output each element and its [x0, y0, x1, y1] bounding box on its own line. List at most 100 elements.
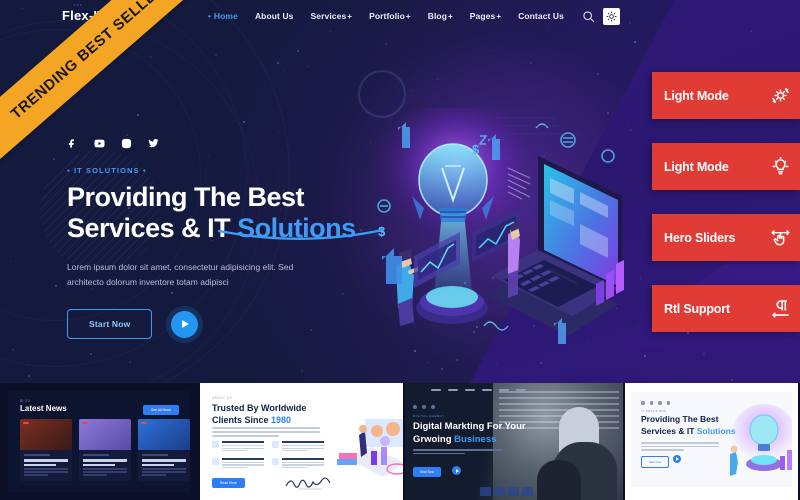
feature-body-line	[222, 464, 264, 466]
facebook-icon	[68, 139, 74, 148]
news-card-text-line	[24, 471, 68, 473]
nav-item-about-us[interactable]: About Us	[255, 11, 294, 21]
title-underline-swoosh	[217, 228, 385, 240]
facebook-link[interactable]	[67, 138, 78, 149]
thumbnail-trusted-clients[interactable]: ABOUT US Trusted By Worldwide Clients Si…	[200, 383, 405, 500]
hero-eyebrow: ▪ IT SOLUTIONS ▪	[67, 166, 147, 175]
thumb2-feature-list	[212, 441, 324, 469]
social-links	[67, 138, 397, 149]
thumb3-title: Digital Markting For Your Grwoing Busine…	[413, 421, 526, 447]
nav-item-portfolio[interactable]: Portfolio+	[369, 11, 411, 21]
trusted-feature-item	[212, 441, 264, 453]
dropdown-plus-icon: +	[347, 12, 353, 21]
news-card-image	[138, 419, 190, 450]
news-card-meta	[24, 454, 51, 456]
hand-drag-arrows-icon	[770, 227, 791, 248]
nav-item-contact-us[interactable]: Contact Us	[518, 11, 564, 21]
thumb3-paragraph	[413, 449, 503, 457]
news-card[interactable]	[79, 419, 131, 481]
thumb4-play-button[interactable]	[673, 455, 681, 463]
thumb3-title-line2: Grwoing	[413, 433, 455, 445]
news-card-title-line	[83, 459, 127, 462]
feature-body-line	[222, 466, 248, 469]
star-dot	[89, 352, 92, 355]
main-navigation: Home About Us Services+ Portfolio+ Blog+ Page…	[208, 11, 564, 21]
thumb2-paragraph	[212, 427, 320, 440]
thumb4-title-line1: Providing The Best	[641, 414, 719, 424]
feature-badge-light-mode-0[interactable]: Light Mode	[652, 72, 800, 119]
logo-dots: ···	[74, 3, 83, 9]
feature-title-line	[282, 457, 324, 461]
dropdown-plus-icon: +	[496, 12, 502, 21]
hero-content: ▪ IT SOLUTIONS ▪ Providing The Best Serv…	[67, 138, 397, 340]
header-actions	[582, 8, 620, 25]
feature-check-icon	[272, 441, 279, 448]
thumb2-title-line2: Clients Since	[212, 415, 272, 426]
thumb4-inner: IT SOLUTIONS Providing The Best Services…	[631, 392, 792, 487]
twitter-link[interactable]	[148, 138, 159, 149]
light-mode-toggle-button[interactable]	[603, 8, 620, 25]
thumbnail-digital-marketing[interactable]: DIGITAL AGENCY Digital Markting For Your…	[405, 383, 625, 500]
nav-item-services[interactable]: Services+	[311, 11, 353, 21]
thumb3-play-button[interactable]	[452, 466, 461, 475]
news-card-image	[79, 419, 131, 450]
thumb2-button[interactable]: Read More	[212, 478, 245, 488]
news-card-title-line	[24, 463, 56, 466]
feature-body-line	[222, 445, 264, 447]
hero-eyebrow-text: IT SOLUTIONS	[73, 166, 140, 175]
hero-illustration: $ $	[370, 108, 624, 344]
nav-item-home[interactable]: Home	[208, 11, 238, 21]
feature-check-icon	[272, 457, 279, 465]
thumbnail-latest-news[interactable]: BLOG Latest News See All News	[0, 383, 200, 500]
feature-badge-rtl-support-3[interactable]: Rtl Support	[652, 285, 800, 332]
thumb2-title-year: 1980	[271, 415, 292, 426]
news-card-text-line	[24, 468, 68, 470]
hero-title-line2: Services & IT	[67, 213, 238, 244]
thumbnail-light-hero[interactable]: IT SOLUTIONS Providing The Best Services…	[625, 383, 798, 500]
thumb1-title: Latest News	[20, 404, 67, 413]
instagram-link[interactable]	[121, 138, 132, 149]
feature-body-line	[282, 461, 324, 464]
feature-badges: Light Mode Light Mode Hero Sliders Rtl Supp…	[652, 72, 800, 356]
feature-title-line	[222, 457, 264, 461]
star-dot	[277, 132, 279, 134]
star-dot	[245, 37, 247, 39]
star-dot	[265, 134, 267, 136]
start-now-button[interactable]: Start Now	[67, 309, 153, 340]
video-play-button[interactable]	[171, 310, 199, 338]
nav-item-pages[interactable]: Pages+	[470, 11, 501, 21]
page-root: $ $ ··· Flex-IT HomeAbout UsServices+Por…	[0, 0, 800, 500]
news-card-text-line	[142, 474, 167, 476]
feature-title-line	[222, 441, 264, 444]
thumb4-title-line2: Services & IT	[641, 425, 697, 436]
thumb1-button[interactable]: See All News	[143, 405, 179, 415]
star-dot	[682, 373, 683, 375]
hero-paragraph: Lorem ipsum dolor sit amet, consectetur …	[67, 261, 294, 287]
feature-body-line	[222, 461, 264, 464]
lightbulb-icon	[770, 156, 791, 177]
nav-item-blog[interactable]: Blog+	[428, 11, 453, 21]
feature-body-line	[282, 464, 324, 466]
news-card[interactable]	[20, 419, 72, 481]
feature-body-line	[222, 447, 264, 449]
feature-text	[222, 457, 264, 470]
thumb1-news-cards	[20, 419, 190, 481]
feature-body-line	[282, 450, 308, 452]
news-card-body	[20, 450, 72, 481]
feature-badge-label: Rtl Support	[664, 301, 730, 316]
news-card[interactable]	[138, 419, 190, 481]
news-card-body	[138, 450, 190, 481]
feature-badge-hero-sliders-2[interactable]: Hero Sliders	[652, 214, 800, 261]
thumb3-button[interactable]: Start Now	[413, 467, 441, 477]
news-card-tag	[141, 422, 147, 424]
feature-text	[282, 441, 324, 453]
feature-check-icon	[212, 441, 219, 448]
youtube-link[interactable]	[94, 138, 105, 149]
thumb4-button[interactable]: Start Now	[641, 456, 670, 468]
play-icon	[676, 457, 679, 461]
hero-cta-group: Start Now	[67, 309, 397, 340]
feature-badge-light-mode-1[interactable]: Light Mode	[652, 143, 800, 190]
search-icon[interactable]	[582, 10, 595, 23]
brightness-sun-icon	[606, 11, 617, 22]
feature-text	[222, 441, 264, 453]
